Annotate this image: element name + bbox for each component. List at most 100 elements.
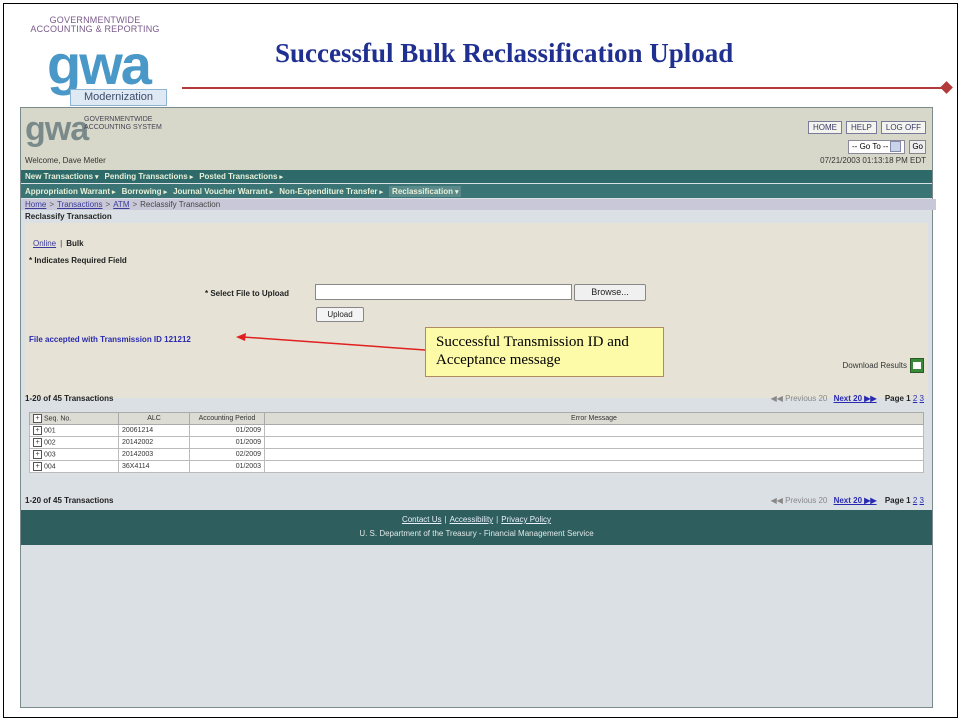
transaction-count: 1-20 of 45 Transactions (25, 394, 114, 403)
expand-row-icon[interactable]: + (33, 450, 42, 459)
nav-new-transactions[interactable]: New Transactions ▾ (25, 172, 99, 181)
goto-bar: -- Go To -- Go (848, 140, 926, 154)
table-row[interactable]: +004 36X4114 01/2003 (29, 460, 924, 473)
expand-row-icon[interactable]: + (33, 426, 42, 435)
footer-separator: | (444, 515, 447, 524)
primary-nav: New Transactions ▾ Pending Transactions ▸ … (21, 170, 932, 183)
download-results-link[interactable]: Download Results (843, 358, 924, 373)
table-header-row: + Seq. No. ALC Accounting Period Error Me… (29, 412, 924, 425)
chevron-right-icon: ▸ (269, 188, 274, 196)
expand-row-icon[interactable]: + (33, 462, 42, 471)
tab-online[interactable]: Online (33, 239, 56, 248)
nav-journal-voucher-warrant[interactable]: Journal Voucher Warrant ▸ (173, 187, 273, 196)
nav-appropriation-warrant[interactable]: Appropriation Warrant ▸ (25, 187, 116, 196)
breadcrumb: Home > Transactions > ATM > Reclassify Transac… (21, 199, 936, 210)
nav-borrowing[interactable]: Borrowing ▸ (122, 187, 168, 196)
nav-label: Pending Transactions (104, 172, 188, 181)
nav-non-expenditure-transfer[interactable]: Non-Expenditure Transfer ▸ (279, 187, 383, 196)
download-results-label: Download Results (842, 361, 907, 370)
page-title: Reclassify Transaction (25, 212, 112, 221)
slide-title: Successful Bulk Reclassification Upload (275, 38, 734, 68)
welcome-text: Welcome, Dave Metler (25, 156, 106, 165)
privacy-policy-link[interactable]: Privacy Policy (501, 515, 551, 524)
nav-label: Reclassification (392, 186, 453, 196)
nav-label: Borrowing (121, 186, 162, 196)
cell-error (264, 436, 924, 449)
app-logo: gwa (25, 110, 89, 148)
page-1-link[interactable]: 1 (906, 496, 910, 505)
accessibility-link[interactable]: Accessibility (450, 515, 494, 524)
logoff-button[interactable]: LOG OFF (880, 121, 926, 134)
go-button[interactable]: Go (909, 140, 926, 154)
page-3-link[interactable]: 3 (920, 394, 924, 403)
help-button[interactable]: HELP (845, 121, 877, 134)
previous-page-link[interactable]: ◀◀ Previous 20 (771, 496, 828, 505)
breadcrumb-atm[interactable]: ATM (113, 200, 129, 209)
browse-button[interactable]: Browse... (574, 284, 646, 301)
breadcrumb-transactions[interactable]: Transactions (57, 200, 103, 209)
footer-separator: | (496, 515, 499, 524)
table-row[interactable]: +003 20142003 02/2009 (29, 448, 924, 461)
gwa-modernization-logo: GOVERNMENTWIDE ACCOUNTING & REPORTING gw… (25, 15, 167, 106)
next-page-link[interactable]: Next 20 ▶▶ (834, 394, 877, 403)
seq-value: 004 (44, 463, 56, 471)
cell-error (264, 448, 924, 461)
goto-select[interactable]: -- Go To -- (848, 140, 906, 154)
pagination: ◀◀ Previous 20 Next 20 ▶▶ Page 1 2 3 (771, 496, 924, 505)
nav-posted-transactions[interactable]: Posted Transactions ▸ (199, 172, 283, 181)
cell-seq[interactable]: +001 (29, 424, 119, 437)
chevron-down-icon: ▾ (95, 174, 99, 181)
chevron-right-icon: ▸ (279, 174, 283, 181)
col-error[interactable]: Error Message (264, 412, 924, 425)
tab-separator: | (60, 239, 63, 248)
seq-value: 002 (44, 439, 56, 447)
breadcrumb-current: Reclassify Transaction (140, 200, 221, 209)
nav-reclassification[interactable]: Reclassification ▾ (389, 185, 462, 197)
page-3-link[interactable]: 3 (920, 496, 924, 505)
nav-label: New Transactions (25, 172, 94, 181)
required-note: * Indicates Required Field (29, 256, 127, 265)
pagination: ◀◀ Previous 20 Next 20 ▶▶ Page 1 2 3 (771, 394, 924, 403)
contact-us-link[interactable]: Contact Us (402, 515, 442, 524)
callout-box: Successful Transmission ID and Acceptanc… (425, 327, 664, 377)
previous-page-link[interactable]: ◀◀ Previous 20 (771, 394, 828, 403)
table-row[interactable]: +001 20061214 01/2009 (29, 424, 924, 437)
seq-value: 003 (44, 451, 56, 459)
upload-button[interactable]: Upload (316, 307, 364, 322)
page-1-link[interactable]: 1 (906, 394, 910, 403)
next-page-link[interactable]: Next 20 ▶▶ (834, 496, 877, 505)
file-upload-input[interactable] (315, 284, 572, 300)
chevron-right-icon: ▸ (112, 188, 116, 196)
breadcrumb-separator: > (132, 200, 138, 209)
col-seq[interactable]: + Seq. No. (29, 412, 119, 425)
expand-row-icon[interactable]: + (33, 438, 42, 447)
breadcrumb-separator: > (49, 200, 55, 209)
cell-seq[interactable]: +004 (29, 460, 119, 473)
expand-all-icon[interactable]: + (33, 414, 42, 423)
page-2-link[interactable]: 2 (913, 496, 917, 505)
chevron-down-icon (890, 141, 902, 153)
page-label: Page (884, 496, 904, 505)
table-row[interactable]: +002 20142002 01/2009 (29, 436, 924, 449)
logo-letters: gwa (47, 33, 152, 96)
tab-bulk[interactable]: Bulk (66, 239, 83, 248)
breadcrumb-home[interactable]: Home (25, 200, 46, 209)
page-2-link[interactable]: 2 (913, 394, 917, 403)
home-button[interactable]: HOME (807, 121, 842, 134)
cell-period: 01/2003 (189, 460, 265, 473)
cell-error (264, 460, 924, 473)
mode-tabs: Online | Bulk (33, 239, 84, 248)
cell-alc: 20142002 (118, 436, 190, 449)
excel-download-icon[interactable] (910, 358, 924, 373)
nav-pending-transactions[interactable]: Pending Transactions ▸ (105, 172, 194, 181)
cell-seq[interactable]: +002 (29, 436, 119, 449)
nav-label: Journal Voucher Warrant (173, 186, 268, 196)
nav-label: Posted Transactions (199, 172, 278, 181)
col-alc[interactable]: ALC (118, 412, 190, 425)
file-upload-label: * Select File to Upload (205, 289, 290, 298)
cell-period: 01/2009 (189, 436, 265, 449)
col-period[interactable]: Accounting Period (189, 412, 265, 425)
system-name: GOVERNMENTWIDE ACCOUNTING SYSTEM (84, 116, 162, 131)
cell-seq[interactable]: +003 (29, 448, 119, 461)
logo-subtitle: Modernization (70, 89, 167, 106)
